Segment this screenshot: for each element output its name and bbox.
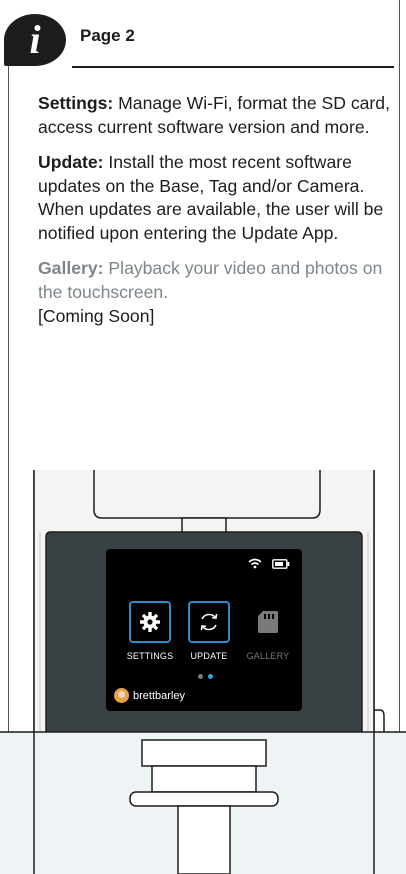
gallery-description: Gallery: Playback your video and photos … [38,257,390,328]
coming-soon-note: [Coming Soon] [38,305,155,326]
username: brettbarley [133,689,185,702]
gallery-app[interactable]: GALLERY [240,601,296,661]
info-icon-glyph: i [29,17,41,62]
status-bar [248,558,290,569]
settings-app-tile[interactable] [129,601,171,643]
feature-descriptions: Settings: Manage Wi-Fi, format the SD ca… [38,92,390,340]
title-divider [72,66,394,68]
gallery-term: Gallery: [38,258,104,279]
app-launcher: SETTINGS UPDATE GALLERY [122,601,296,661]
wifi-icon [248,558,262,569]
battery-icon [272,558,290,569]
device-screen: SETTINGS UPDATE GALLERY brettbarley [106,549,302,711]
settings-app[interactable]: SETTINGS [122,601,178,661]
avatar [114,688,129,703]
page-indicator [198,674,213,679]
page-dot-1[interactable] [198,674,203,679]
user-profile[interactable]: brettbarley [114,688,185,703]
update-description: Update: Install the most recent software… [38,151,390,245]
page-dot-2[interactable] [208,674,213,679]
update-app-label: UPDATE [190,651,228,661]
gear-icon [140,612,160,632]
settings-app-label: SETTINGS [126,651,174,661]
update-app[interactable]: UPDATE [181,601,237,661]
sd-card-icon [258,611,278,633]
update-app-tile[interactable] [188,601,230,643]
settings-description: Settings: Manage Wi-Fi, format the SD ca… [38,92,390,139]
update-term: Update: [38,152,104,173]
info-icon: i [4,14,66,66]
gallery-app-tile[interactable] [247,601,289,643]
refresh-icon [200,613,218,631]
page-title: Page 2 [80,26,135,45]
gallery-app-label: GALLERY [246,651,290,661]
settings-term: Settings: [38,93,114,113]
